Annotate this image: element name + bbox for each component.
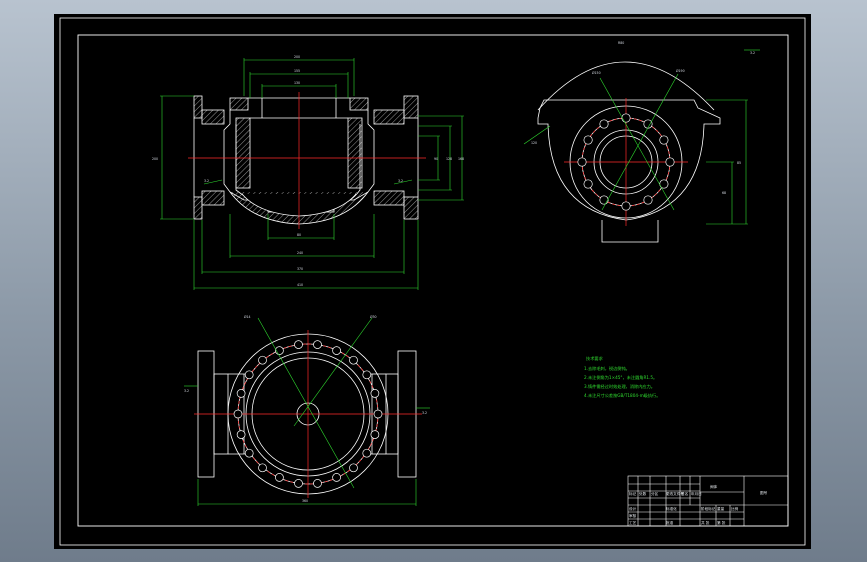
technical-notes: 技术要求 1.去除毛刺，锐边倒钝。 2.未注倒角为1×45°，未注圆角R1.5。…	[584, 355, 660, 399]
cad-drawing-viewport[interactable]: 200 155 130 200 90 128 168 80 240 370 41…	[54, 14, 811, 549]
dim-top-3: 130	[294, 81, 300, 85]
side-dim-5: 85	[737, 161, 741, 165]
dim-right-3: 168	[458, 157, 464, 161]
dim-right-2: 128	[446, 157, 452, 161]
side-dim-1: Ø150	[592, 70, 601, 75]
side-dim-4: 68	[722, 191, 726, 195]
inner-frame-border	[77, 34, 789, 527]
side-dimensions	[523, 49, 760, 225]
tb-cell-11: 比例	[731, 506, 739, 511]
tb-cell-14: 批准	[666, 520, 674, 525]
notes-line-1: 1.去除毛刺，锐边倒钝。	[584, 365, 630, 372]
dim-right-1: 90	[434, 157, 438, 161]
notes-line-3: 3.铸件需经过时效处理，消除内应力。	[584, 383, 655, 390]
roughness-left: 3.2	[204, 179, 209, 183]
front-dimension-text: 200 155 130 200 90 128 168 80 240 370 41…	[152, 55, 464, 287]
top-dim-1: Ø14	[244, 314, 251, 319]
tb-cell-16: 第 张	[717, 520, 726, 525]
top-dimension-text: Ø14 Ø30 360 3.2 3.2	[184, 314, 427, 503]
dim-bottom-3: 370	[297, 267, 303, 271]
dim-bottom-1: 80	[297, 233, 301, 237]
top-dim-3: 360	[302, 499, 308, 503]
tb-cell-9: 阶段标记	[701, 506, 716, 511]
part-name: 阀体	[710, 484, 718, 489]
dim-left: 200	[152, 157, 158, 161]
side-view	[537, 61, 721, 243]
tb-cell-13: 工艺	[629, 520, 637, 525]
drawing-number: 图号	[760, 490, 768, 495]
tb-cell-8: 标准化	[666, 506, 677, 511]
cad-drawing-canvas: 200 155 130 200 90 128 168 80 240 370 41…	[59, 17, 806, 546]
side-dim-6: 120	[531, 141, 537, 145]
outer-sheet-border	[59, 17, 806, 546]
tb-cell-7: 设计	[629, 506, 637, 511]
top-dimensions	[184, 317, 430, 506]
tb-cell-2: 处数	[639, 491, 647, 496]
top-roughness-right: 3.2	[422, 411, 427, 415]
side-roughness: 3.2	[750, 51, 755, 55]
dim-top-1: 200	[294, 55, 300, 59]
dim-bottom-4: 410	[297, 283, 303, 287]
tb-cell-1: 标记	[629, 491, 637, 496]
dim-bottom-2: 240	[297, 251, 303, 255]
notes-title: 技术要求	[586, 355, 604, 362]
notes-line-2: 2.未注倒角为1×45°，未注圆角R1.5。	[584, 374, 657, 381]
roughness-right: 3.2	[398, 179, 403, 183]
tb-cell-12: 审核	[629, 513, 637, 518]
notes-line-4: 4.未注尺寸公差按GB/T1804-m级执行。	[584, 392, 660, 399]
tb-cell-5: 签名	[681, 491, 689, 496]
side-dim-3: R80	[618, 41, 624, 45]
front-section-view	[193, 95, 419, 225]
top-dim-2: Ø30	[370, 314, 377, 319]
tb-cell-15: 共 张	[701, 520, 710, 525]
side-dim-2: Ø190	[676, 68, 685, 73]
title-block	[627, 475, 789, 527]
tb-cell-3: 分区	[651, 491, 659, 496]
tb-cell-6: 年月日	[691, 491, 702, 496]
dim-top-2: 155	[294, 69, 300, 73]
tb-cell-10: 重量	[717, 506, 725, 511]
top-roughness-left: 3.2	[184, 389, 189, 393]
top-centerlines	[194, 330, 422, 498]
